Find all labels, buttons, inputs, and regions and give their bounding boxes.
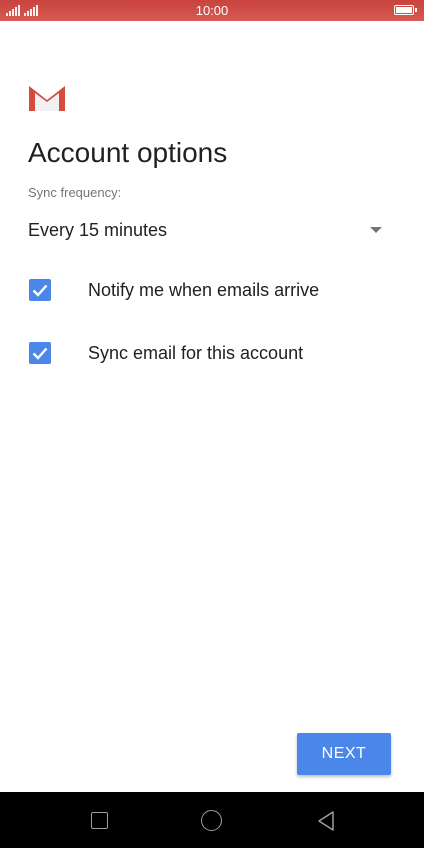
status-bar: 10:00 (0, 0, 424, 21)
notify-emails-label: Notify me when emails arrive (88, 280, 320, 300)
sync-email-checkbox[interactable] (29, 342, 51, 364)
notify-emails-option[interactable]: Notify me when emails arrive (29, 276, 409, 306)
sync-frequency-label: Sync frequency: (28, 185, 122, 200)
home-icon[interactable] (201, 810, 222, 831)
checkmark-icon (32, 347, 48, 360)
battery-icon (394, 5, 417, 15)
account-options-screen: 10:00 Account options Sync frequency: Ev… (0, 0, 424, 848)
recent-apps-icon[interactable] (91, 812, 108, 829)
page-title: Account options (28, 137, 228, 168)
checkmark-icon (32, 284, 48, 297)
gmail-logo-icon (29, 84, 65, 111)
sync-frequency-value: Every 15 minutes (28, 220, 168, 240)
sync-email-label: Sync email for this account (88, 343, 304, 363)
status-time: 10:00 (195, 3, 229, 18)
navigation-bar (0, 792, 424, 848)
notify-emails-checkbox[interactable] (29, 279, 51, 301)
back-icon[interactable] (316, 810, 336, 832)
sync-email-option[interactable]: Sync email for this account (29, 339, 409, 369)
dropdown-caret-icon (370, 227, 382, 233)
next-button[interactable]: NEXT (297, 733, 391, 775)
sync-frequency-dropdown[interactable]: Every 15 minutes (28, 214, 388, 246)
